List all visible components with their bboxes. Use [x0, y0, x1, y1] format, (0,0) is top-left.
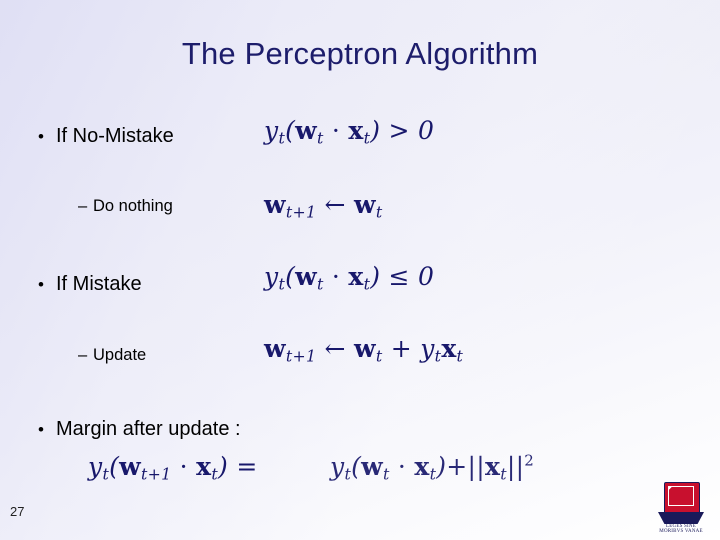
equation-margin-left: yt(wt+1 · xt) =	[88, 452, 258, 483]
page-number: 27	[10, 504, 25, 519]
bullet-if-no-mistake: • If No-Mistake	[38, 125, 174, 148]
bullet-marker: •	[38, 420, 44, 439]
equation-mistake-update: wt+1 ← wt + ytxt	[264, 334, 463, 365]
equation-glyphs: yt(wt · xt) ≤ 0	[264, 262, 435, 294]
subbullet-do-nothing: – Do nothing	[78, 197, 173, 216]
equation-no-mistake-condition: yt(wt · xt) > 0	[264, 116, 434, 147]
bullet-marker: •	[38, 127, 44, 146]
subbullet-label: Update	[93, 346, 147, 364]
subbullet-update: – Update	[78, 346, 146, 365]
logo-motto: LEGES SINE MORIBVS VANAE	[659, 524, 703, 534]
subbullet-marker: –	[78, 346, 88, 364]
equation-margin-right: yt(wt · xt)+||xt||2	[330, 452, 534, 484]
equation-glyphs: wt+1 ← wt + ytxt	[264, 334, 464, 366]
slide-canvas: The Perceptron Algorithm • If No-Mistake …	[0, 0, 720, 540]
page-title: The Perceptron Algorithm	[181, 36, 539, 71]
bullet-margin-after-update: • Margin after update :	[38, 418, 241, 441]
bullet-label: If Mistake	[56, 273, 142, 295]
equation-glyphs: yt(wt · xt)+||xt||2	[330, 452, 535, 484]
university-shield-logo: LEGES SINE MORIBVS VANAE	[654, 482, 708, 534]
equation-no-mistake-update: wt+1 ← wt	[264, 190, 383, 221]
equation-glyphs: yt(wt · xt) > 0	[264, 116, 435, 148]
subbullet-marker: –	[78, 197, 88, 215]
equation-mistake-condition: yt(wt · xt) ≤ 0	[264, 262, 434, 293]
bullet-marker: •	[38, 275, 44, 294]
shield-icon	[664, 482, 700, 514]
bullet-if-mistake: • If Mistake	[38, 273, 142, 296]
logo-base	[658, 512, 704, 524]
equation-glyphs: wt+1 ← wt	[264, 190, 383, 222]
equation-glyphs: yt(wt+1 · xt) =	[88, 452, 258, 484]
bullet-label: Margin after update :	[56, 418, 241, 440]
subbullet-label: Do nothing	[93, 197, 173, 215]
bullet-label: If No-Mistake	[56, 125, 174, 147]
